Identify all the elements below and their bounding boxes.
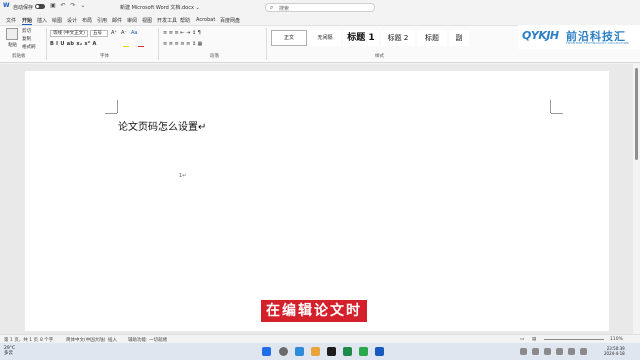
document-title: 新建 Microsoft Word 文档.docx ⌄	[120, 5, 200, 11]
font-size-select[interactable]: 五号	[90, 30, 108, 37]
redo-icon[interactable]: ↷	[70, 3, 76, 9]
status-bar: 第 1 页，共 1 页 8 个字 简体中文(中国大陆) 插入 辅助功能: 一切就…	[0, 334, 640, 343]
tab-design[interactable]: 设计	[67, 17, 77, 24]
taskbar: 29°C 多云 23:50:39 2024-4-18	[0, 343, 640, 360]
style-subtitle[interactable]: 副	[449, 30, 469, 46]
wifi-icon[interactable]	[556, 348, 563, 355]
tab-references[interactable]: 引用	[97, 17, 107, 24]
tray-icon[interactable]	[532, 348, 539, 355]
search-box[interactable]: ⌕ 搜索	[265, 3, 375, 12]
terminal-icon[interactable]	[327, 347, 336, 356]
file-explorer-icon[interactable]	[311, 347, 320, 356]
tab-help[interactable]: 帮助	[180, 17, 190, 24]
text-cursor-mark: 1↵	[179, 173, 187, 179]
start-icon[interactable]	[262, 347, 271, 356]
undo-icon[interactable]: ↶	[60, 3, 66, 9]
tray-icon[interactable]	[544, 348, 551, 355]
title-bar: W 自动保存 ▣ ↶ ↷ ⌄ 新建 Microsoft Word 文档.docx…	[0, 0, 640, 14]
crop-mark	[551, 113, 563, 114]
tab-insert[interactable]: 插入	[37, 17, 47, 24]
format-painter-button[interactable]: 格式刷	[22, 44, 36, 50]
paragraph-row-1[interactable]: ≡ ≡ ≡ ⇤ ⇥ ↕ ¶	[163, 30, 201, 36]
print-layout-icon[interactable]: ▤	[532, 337, 536, 342]
paste-label[interactable]: 粘贴	[8, 42, 17, 48]
search-icon: ⌕	[270, 4, 274, 11]
group-separator	[158, 28, 159, 60]
clock[interactable]: 23:50:39 2024-4-18	[604, 346, 625, 356]
battery-icon[interactable]	[580, 348, 587, 355]
style-title[interactable]: 标题	[417, 30, 447, 46]
document-page[interactable]	[25, 71, 609, 331]
tab-acrobat[interactable]: Acrobat	[196, 17, 215, 23]
save-icon[interactable]: ▣	[50, 3, 56, 9]
volume-icon[interactable]	[568, 348, 575, 355]
format-buttons[interactable]: B I U ab x₂ x² A	[50, 41, 97, 47]
tab-developer[interactable]: 开发工具	[157, 17, 177, 24]
document-heading[interactable]: 论文页码怎么设置↵	[118, 118, 206, 133]
paragraph-row-2[interactable]: ≡ ≡ ≡ ≡ ≡ ↕ ▦	[163, 41, 202, 47]
tab-baidu-netdisk[interactable]: 百度网盘	[220, 17, 240, 24]
highlight-color-bar	[123, 46, 129, 47]
zoom-slider[interactable]	[544, 339, 604, 340]
search-taskbar-icon[interactable]	[279, 347, 288, 356]
logo-subtitle: FRONTIER TECHNOLOGY COLLECTION	[566, 41, 629, 45]
autosave-toggle[interactable]	[35, 4, 45, 9]
scrollbar-thumb[interactable]	[635, 68, 638, 160]
logo-mark: QYKJH	[522, 29, 559, 42]
style-heading-2[interactable]: 标题 2	[381, 30, 415, 46]
cut-button[interactable]: 剪切	[22, 28, 31, 34]
autosave-label: 自动保存	[13, 5, 34, 11]
tab-draw[interactable]: 绘图	[52, 17, 62, 24]
ribbon-tabs: 文件 开始 插入 绘图 设计 布局 引用 邮件 审阅 视图 开发工具 帮助 Ac…	[0, 15, 640, 25]
tab-mailings[interactable]: 邮件	[112, 17, 122, 24]
tab-layout[interactable]: 布局	[82, 17, 92, 24]
tab-file[interactable]: 文件	[6, 17, 16, 24]
zoom-level[interactable]: 110%	[610, 337, 623, 342]
group-separator	[266, 28, 267, 60]
channel-logo: QYKJH 前沿科技汇 FRONTIER TECHNOLOGY COLLECTI…	[518, 25, 640, 49]
shrink-font-button[interactable]: A⁻	[121, 30, 127, 36]
copy-button[interactable]: 复制	[22, 36, 31, 42]
word-app-icon: W	[3, 2, 10, 9]
style-normal[interactable]: 正文	[271, 30, 307, 46]
group-label-styles: 样式	[375, 54, 384, 59]
search-placeholder: 搜索	[279, 6, 290, 12]
font-color-bar	[138, 46, 144, 47]
clock-date: 2024-4-18	[604, 351, 625, 356]
tab-home[interactable]: 开始	[22, 17, 33, 25]
grow-font-button[interactable]: A⁺	[111, 30, 117, 36]
tab-view[interactable]: 视图	[142, 17, 152, 24]
edge-icon[interactable]	[295, 347, 304, 356]
clear-format-icon[interactable]: Aa	[131, 30, 137, 36]
group-separator	[46, 28, 47, 60]
group-label-paragraph: 段落	[210, 54, 219, 59]
group-label-clipboard: 剪贴板	[12, 54, 26, 59]
weather-widget[interactable]: 29°C 多云	[4, 346, 15, 356]
read-mode-icon[interactable]: ▭	[520, 337, 524, 342]
crop-mark	[550, 100, 551, 113]
customize-toolbar-icon[interactable]: ⌄	[80, 3, 86, 9]
word-taskbar-icon[interactable]	[375, 347, 384, 356]
tray-icon[interactable]	[520, 348, 527, 355]
weather-description: 多云	[4, 351, 13, 356]
group-label-font: 字体	[100, 54, 109, 59]
wechat-icon[interactable]	[359, 347, 368, 356]
style-heading-1[interactable]: 标题 1	[343, 30, 379, 46]
video-subtitle: 在编辑论文时	[261, 300, 367, 322]
crop-mark	[117, 100, 118, 113]
tab-review[interactable]: 审阅	[127, 17, 137, 24]
paste-icon[interactable]	[6, 28, 18, 40]
style-no-spacing[interactable]: 无间隔	[309, 30, 341, 46]
crop-mark	[105, 113, 117, 114]
font-name-select[interactable]: 等线 (中文正文)	[50, 30, 88, 37]
excel-icon[interactable]	[343, 347, 352, 356]
